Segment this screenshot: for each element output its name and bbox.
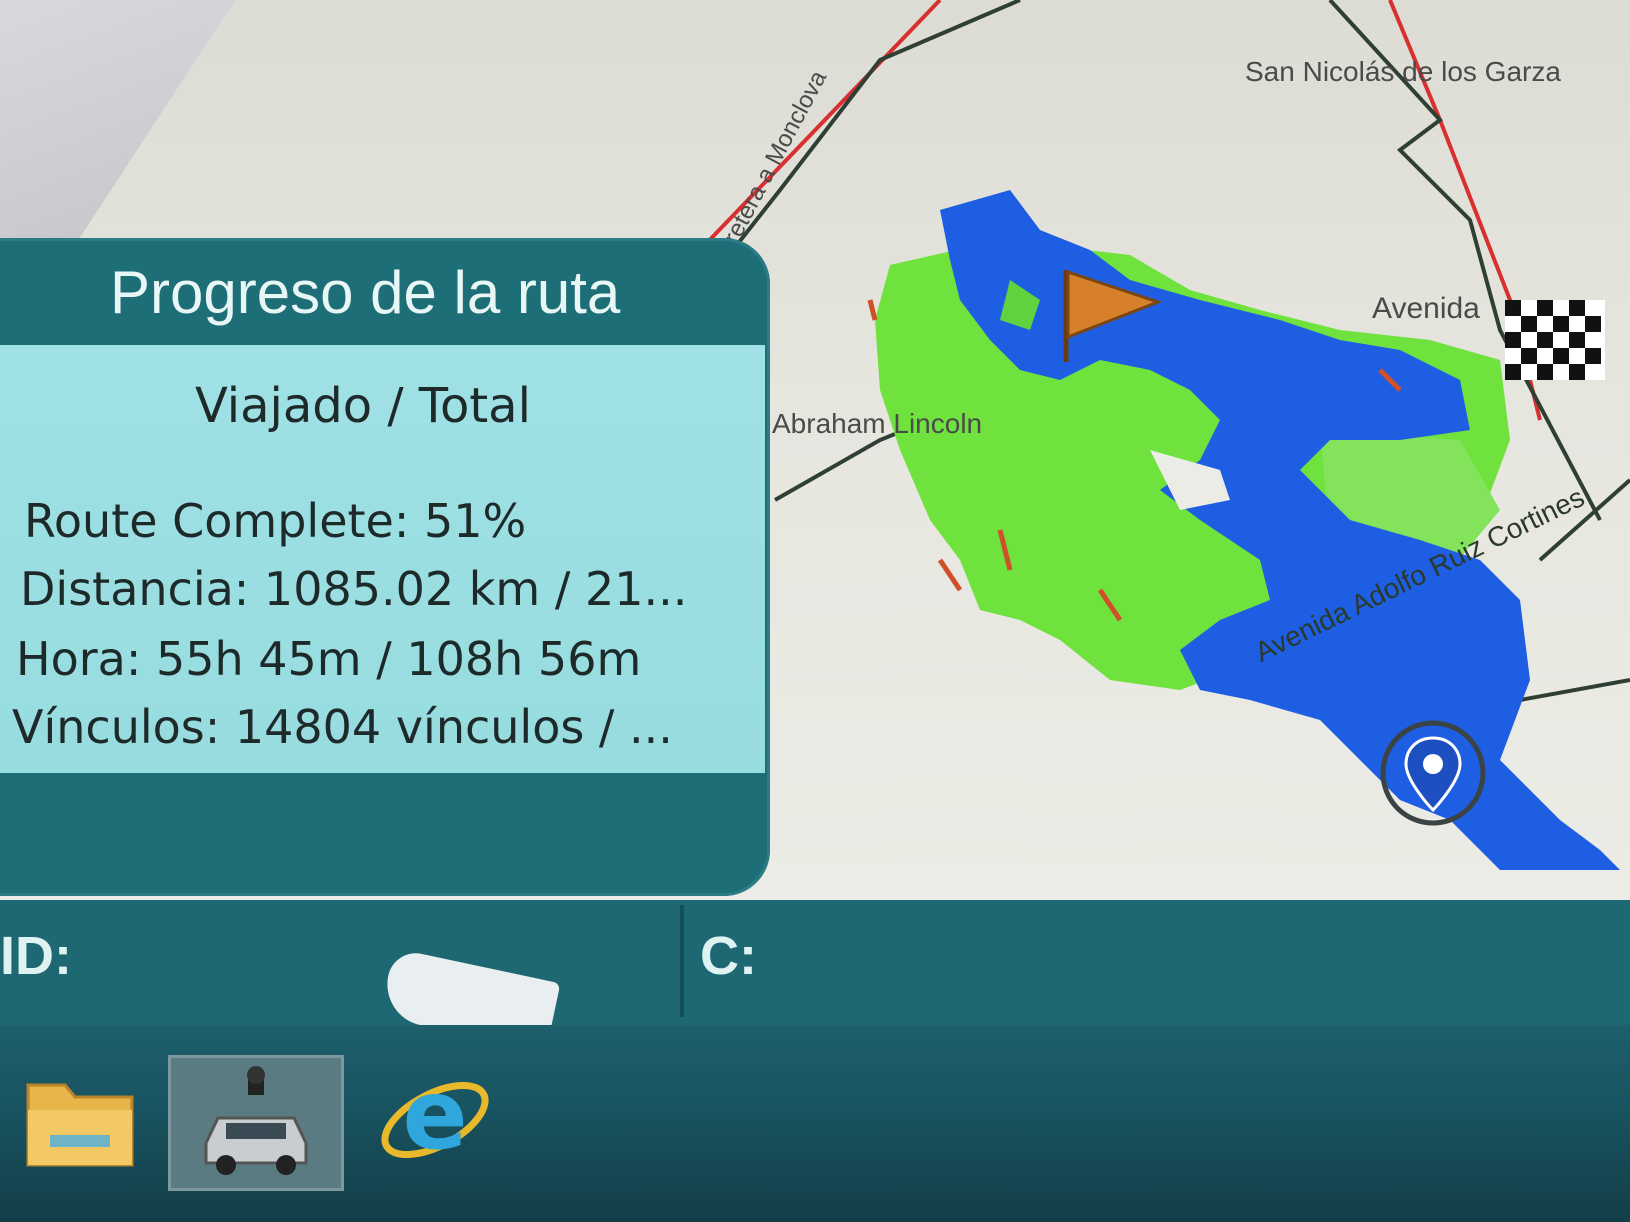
car-camera-icon [204,1066,308,1175]
location-pin-icon[interactable] [1378,718,1488,828]
map-label-san-nicolas: San Nicolás de los Garza [1245,56,1561,87]
checkered-flag-icon[interactable] [1505,300,1605,380]
start-flag-icon[interactable] [1058,262,1168,372]
panel-subtitle: Viajado / Total [195,378,531,434]
screen: San Nicolás de los Garza Abraham Lincoln… [0,0,1630,1222]
route-complete-text: Route Complete: 51% [24,494,527,548]
status-divider [680,905,684,1017]
status-c-label: C: [700,926,757,986]
status-id-label: ID: [0,926,72,986]
svg-text:e: e [402,1060,467,1171]
taskbar-ie-button[interactable]: e [370,1055,500,1185]
map-label-avenida: Avenida [1372,292,1480,325]
links-text: Vínculos: 14804 vínculos / ... [12,700,673,754]
status-bar [0,900,1630,1025]
time-text: Hora: 55h 45m / 108h 56m [16,632,642,686]
map-label-abraham-lincoln: Abraham Lincoln [772,408,983,439]
taskbar-folder-button[interactable] [15,1055,145,1185]
folder-icon [26,1083,134,1167]
panel-title: Progreso de la ruta [110,259,621,326]
distance-text: Distancia: 1085.02 km / 21... [20,562,688,616]
taskbar-car-button[interactable] [168,1055,344,1191]
internet-explorer-icon: e [381,1060,489,1171]
road-south [1519,678,1630,702]
